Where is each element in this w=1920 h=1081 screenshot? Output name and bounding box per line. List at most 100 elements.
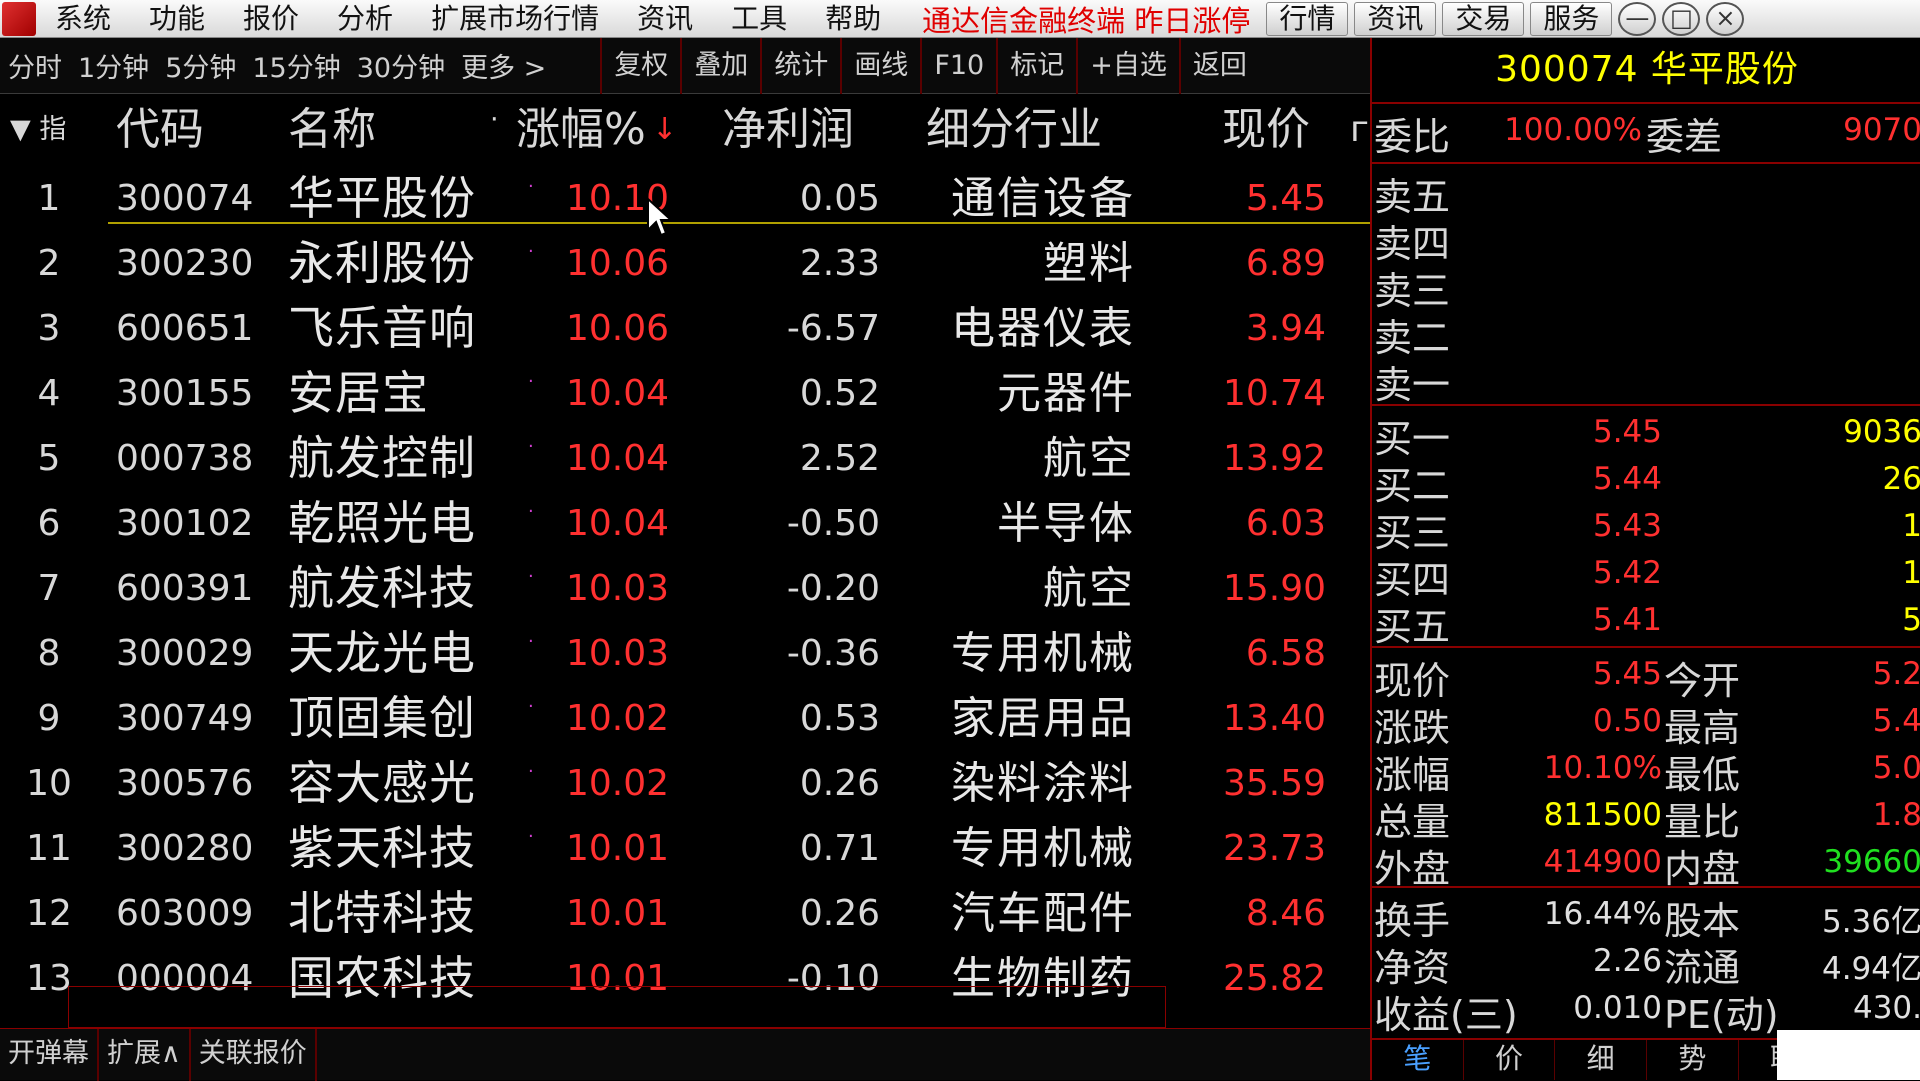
- menu-extended-market[interactable]: 扩展市场行情: [412, 1, 618, 37]
- menu-tools[interactable]: 工具: [712, 1, 806, 37]
- draw-line-button[interactable]: 画线: [840, 37, 920, 94]
- price: 15.90: [1222, 568, 1326, 609]
- back-button[interactable]: 返回: [1178, 37, 1259, 94]
- price: 35.59: [1222, 763, 1326, 804]
- price: 25.82: [1222, 958, 1326, 999]
- stock-code: 300230: [116, 243, 254, 284]
- period-5min[interactable]: 5分钟: [157, 46, 244, 85]
- row-index: 10: [26, 763, 72, 804]
- tab-service[interactable]: 服务: [1530, 1, 1613, 36]
- row-index: 8: [37, 633, 61, 674]
- header-index[interactable]: ▼ 指: [10, 94, 66, 166]
- stat-value: 0.50: [1592, 703, 1662, 739]
- stock-name: 飞乐音响: [288, 301, 476, 355]
- buy-price: 5.45: [1592, 414, 1662, 450]
- statistics-button[interactable]: 统计: [760, 37, 840, 94]
- period-30min[interactable]: 30分钟: [349, 46, 453, 85]
- stock-code: 300029: [116, 633, 254, 674]
- period-15min[interactable]: 15分钟: [244, 46, 348, 85]
- buy-volume: 26: [1882, 461, 1920, 497]
- header-more[interactable]: г: [1350, 94, 1369, 166]
- quote-panel: 300074 华平股份 委比 100.00% 委差 9070 卖五 卖四 卖三 卖二卖…: [1370, 38, 1920, 1080]
- table-row[interactable]: 11 300280 紫天科技 10.01 0.71 专用机械 23.73 ·: [0, 816, 1370, 881]
- period-1min[interactable]: 1分钟: [70, 46, 157, 85]
- price: 3.94: [1245, 308, 1326, 349]
- promo-link[interactable]: 通达信金融终端 昨日涨停: [900, 0, 1260, 40]
- quote-tab[interactable]: 细: [1555, 1040, 1648, 1080]
- change-pct: 10.03: [566, 568, 670, 609]
- menu-function[interactable]: 功能: [130, 1, 224, 37]
- marker-dot-icon: ·: [528, 566, 534, 587]
- tab-news[interactable]: 资讯: [1354, 1, 1437, 36]
- menu-analysis[interactable]: 分析: [318, 1, 412, 37]
- buy-price: 5.43: [1592, 508, 1662, 544]
- stock-name: 乾照光电: [288, 496, 476, 550]
- danmaku-toggle-button[interactable]: 开弹幕: [0, 1028, 99, 1081]
- quote-tab[interactable]: 势: [1647, 1040, 1739, 1080]
- table-row[interactable]: 4 300155 安居宝 10.04 0.52 元器件 10.74 ·: [0, 361, 1370, 426]
- row-index: 5: [37, 438, 61, 479]
- price: 6.58: [1245, 633, 1326, 674]
- row-index: 4: [37, 373, 61, 414]
- restore-rights-button[interactable]: 复权: [600, 37, 680, 94]
- maximize-icon[interactable]: □: [1662, 1, 1701, 36]
- tab-trade[interactable]: 交易: [1442, 1, 1525, 36]
- table-row[interactable]: 5 000738 航发控制 10.04 2.52 航空 13.92 ·: [0, 426, 1370, 491]
- marker-dot-icon: ·: [528, 371, 534, 392]
- close-icon[interactable]: ×: [1706, 1, 1745, 36]
- stock-name: 紫天科技: [288, 821, 476, 875]
- header-industry[interactable]: 细分行业: [926, 94, 1102, 166]
- table-row[interactable]: 8 300029 天龙光电 10.03 -0.36 专用机械 6.58 ·: [0, 621, 1370, 686]
- header-price[interactable]: 现价: [1222, 94, 1310, 166]
- mouse-cursor-icon: [647, 198, 673, 237]
- price: 23.73: [1222, 828, 1326, 869]
- weibi-label: 委比: [1374, 115, 1451, 159]
- table-row[interactable]: 3 600651 飞乐音响 10.06 -6.57 电器仪表 3.94: [0, 296, 1370, 361]
- period-intraday[interactable]: 分时: [0, 46, 70, 85]
- header-change-pct[interactable]: 涨幅%: [516, 94, 646, 166]
- quote-tab[interactable]: 价: [1464, 1040, 1556, 1080]
- marker-dot-icon: ·: [528, 696, 534, 717]
- table-row[interactable]: 7 600391 航发科技 10.03 -0.20 航空 15.90 ·: [0, 556, 1370, 621]
- table-row[interactable]: 2 300230 永利股份 10.06 2.33 塑料 6.89 ·: [0, 231, 1370, 296]
- menu-news[interactable]: 资讯: [618, 1, 712, 37]
- period-more[interactable]: 更多 >: [453, 46, 554, 85]
- industry: 电器仪表: [951, 303, 1135, 354]
- net-profit: 0.52: [799, 373, 880, 414]
- keyboard-wizard-input[interactable]: [68, 986, 1166, 1028]
- stat-value: 5.0: [1872, 750, 1920, 786]
- marker-dot-icon: ·: [528, 176, 534, 197]
- net-profit: 2.33: [799, 243, 880, 284]
- row-index: 12: [26, 893, 72, 934]
- net-profit: -0.50: [786, 503, 880, 544]
- menu-system[interactable]: 系统: [36, 1, 130, 37]
- stock-code: 300280: [116, 828, 254, 869]
- buy-price: 5.41: [1592, 602, 1662, 638]
- related-quote-button[interactable]: 关联报价: [191, 1028, 317, 1081]
- table-row[interactable]: 6 300102 乾照光电 10.04 -0.50 半导体 6.03 ·: [0, 491, 1370, 556]
- minimize-icon[interactable]: —: [1618, 1, 1657, 36]
- quote-tab[interactable]: 笔: [1372, 1040, 1464, 1080]
- menu-help[interactable]: 帮助: [806, 1, 900, 37]
- industry: 专用机械: [951, 628, 1135, 679]
- table-row[interactable]: 10 300576 容大感光 10.02 0.26 染料涂料 35.59 ·: [0, 751, 1370, 816]
- overlay-button[interactable]: 叠加: [680, 37, 760, 94]
- table-header: ▼ 指 代码 名称 · 涨幅% ↓ 净利润 细分行业 现价 г: [0, 94, 1370, 166]
- table-row[interactable]: 9 300749 顶固集创 10.02 0.53 家居用品 13.40 ·: [0, 686, 1370, 751]
- price: 13.92: [1222, 438, 1326, 479]
- sort-desc-icon: ↓: [652, 112, 678, 147]
- menu-quote[interactable]: 报价: [224, 1, 318, 37]
- header-code[interactable]: 代码: [116, 94, 204, 166]
- stock-code: 300576: [116, 763, 254, 804]
- menu-bar: 系统 功能 报价 分析 扩展市场行情 资讯 工具 帮助 通达信金融终端 昨日涨停…: [0, 0, 1920, 38]
- add-watchlist-button[interactable]: +自选: [1076, 37, 1179, 94]
- header-net-profit[interactable]: 净利润: [722, 94, 854, 166]
- f10-button[interactable]: F10: [920, 37, 996, 94]
- tab-market[interactable]: 行情: [1266, 1, 1349, 36]
- mark-button[interactable]: 标记: [996, 37, 1076, 94]
- expand-button[interactable]: 扩展∧: [99, 1028, 191, 1081]
- stock-code: 300155: [116, 373, 254, 414]
- row-index: 6: [37, 503, 61, 544]
- table-row[interactable]: 12 603009 北特科技 10.01 0.26 汽车配件 8.46: [0, 881, 1370, 946]
- header-name[interactable]: 名称: [288, 94, 376, 166]
